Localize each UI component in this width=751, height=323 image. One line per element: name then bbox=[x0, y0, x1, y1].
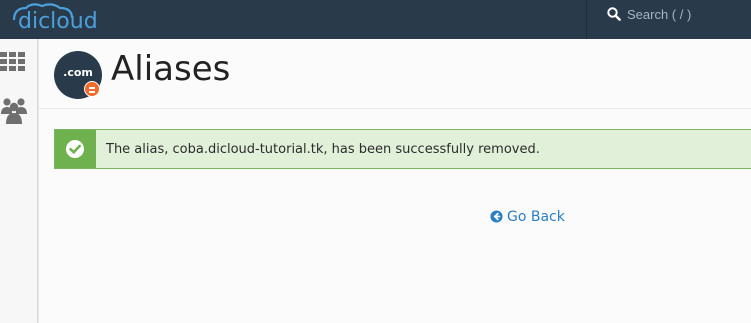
logo-text: dicloud bbox=[18, 9, 98, 34]
main-content: .com Aliases The alias, coba.dicloud-tut… bbox=[39, 39, 751, 323]
domain-icon-label: .com bbox=[63, 66, 93, 79]
search-input[interactable] bbox=[627, 4, 747, 24]
search-area bbox=[586, 0, 751, 39]
search-icon bbox=[607, 7, 621, 21]
sidebar bbox=[0, 39, 38, 323]
check-circle-icon bbox=[66, 140, 84, 158]
alert-message: The alias, coba.dicloud-tutorial.tk, has… bbox=[106, 142, 540, 157]
equals-badge-icon bbox=[84, 81, 100, 97]
page-header: .com Aliases bbox=[39, 39, 751, 109]
sidebar-item-tools[interactable] bbox=[0, 49, 30, 79]
sidebar-item-users[interactable] bbox=[0, 94, 30, 124]
page-title: Aliases bbox=[111, 49, 231, 89]
dicloud-logo[interactable]: dicloud bbox=[8, 2, 98, 34]
go-back-label: Go Back bbox=[507, 209, 565, 225]
success-alert: The alias, coba.dicloud-tutorial.tk, has… bbox=[54, 129, 751, 169]
domain-icon: .com bbox=[54, 51, 102, 99]
go-back-link[interactable]: Go Back bbox=[490, 209, 565, 225]
users-icon bbox=[1, 98, 27, 124]
top-navbar: dicloud bbox=[0, 0, 751, 39]
arrow-left-circle-icon bbox=[490, 210, 503, 223]
alert-icon-box bbox=[55, 130, 96, 168]
grid-icon bbox=[0, 52, 25, 71]
